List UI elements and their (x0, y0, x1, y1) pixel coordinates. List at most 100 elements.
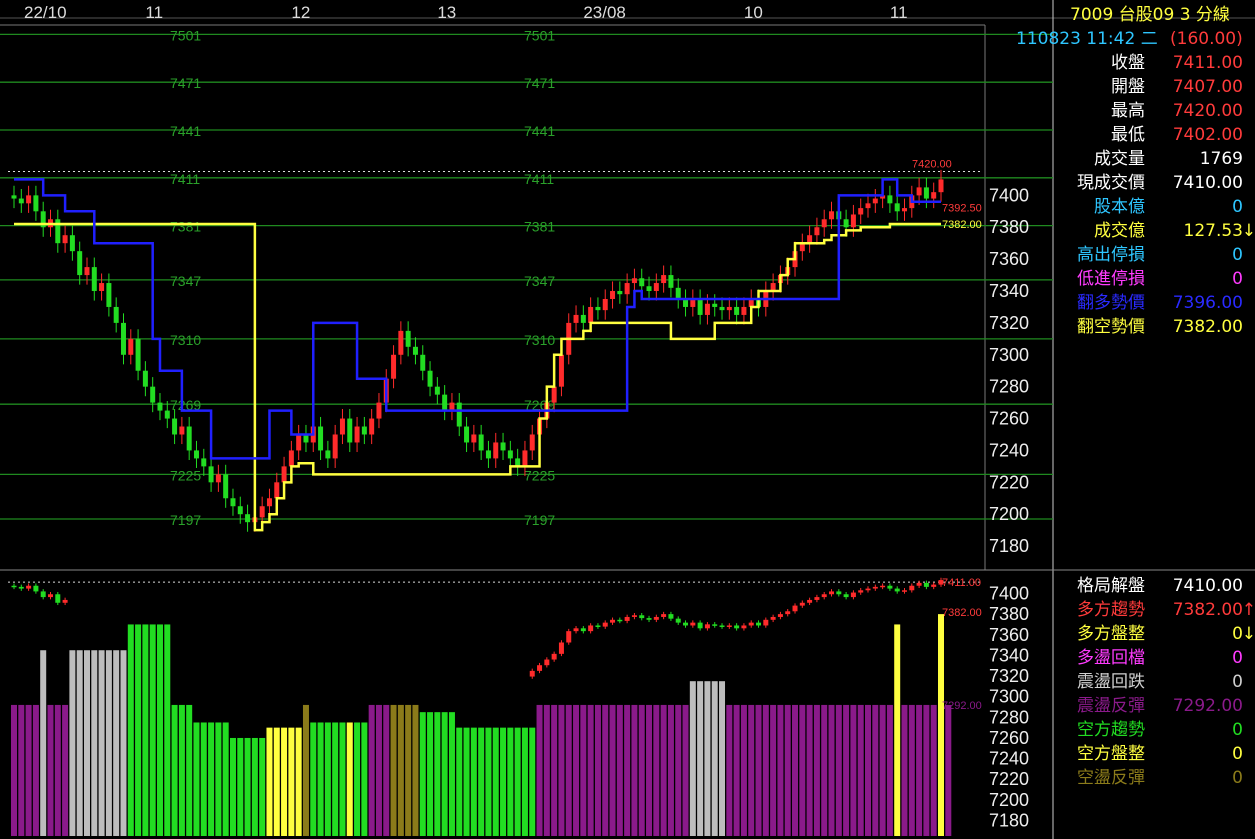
sub-y-tick-label: 7360 (989, 625, 1029, 645)
pattern-bar (434, 712, 441, 836)
pattern-bar (346, 722, 353, 836)
pattern-bar (660, 704, 667, 836)
candle-body (128, 338, 134, 355)
candle-body (215, 474, 221, 483)
candle-body (850, 214, 856, 228)
pattern-bar (200, 722, 207, 836)
pattern-bar (383, 704, 390, 836)
pattern-bar (879, 704, 886, 836)
candle-body (106, 283, 112, 307)
candle-body (661, 275, 667, 284)
row-value: 7396.00 (1172, 293, 1243, 313)
row-label: 最低 (1111, 125, 1145, 145)
pattern-bar (164, 624, 171, 836)
pattern-bar (368, 704, 375, 836)
candle-body (230, 498, 236, 507)
sub-candle-body (62, 599, 68, 603)
pattern-bar (616, 704, 623, 836)
candle-body (26, 195, 32, 204)
row-label: 股本億 (1094, 197, 1145, 217)
sub-candle-body (916, 582, 922, 586)
row-label: 空盪反彈 (1077, 768, 1145, 788)
panel-row: 現成交價 7410.00 (1056, 172, 1255, 194)
candle-body (814, 227, 820, 236)
sub-candle-body (55, 594, 61, 603)
pattern-bar (682, 704, 689, 836)
candle-body (91, 267, 97, 292)
row-label: 最高 (1111, 101, 1145, 121)
sub-candle-body (566, 631, 572, 643)
pattern-bar (456, 727, 463, 836)
candle-body (201, 458, 207, 467)
pattern-bar (288, 727, 295, 836)
pattern-bar (704, 681, 711, 836)
pattern-bar (405, 704, 412, 836)
pattern-bar (740, 704, 747, 836)
candle-body (62, 235, 68, 244)
level-label: 7411 (170, 171, 200, 187)
row-value: 7382.00 (1172, 317, 1243, 337)
pattern-bar (62, 704, 69, 836)
row-value: 7292.00 (1172, 696, 1243, 716)
sub-candle-body (653, 616, 659, 620)
sub-candle-body (595, 625, 601, 627)
candle-body (84, 267, 90, 276)
pattern-bar (390, 704, 397, 836)
candle-body (179, 426, 185, 435)
sub-candle-body (683, 622, 689, 626)
row-value: 0 (1232, 720, 1243, 740)
pattern-bar (448, 712, 455, 836)
panel-row: 空方盤整 0 (1056, 743, 1255, 765)
sub-candle-body (894, 588, 900, 592)
candle-body (325, 450, 331, 459)
pattern-bar (281, 727, 288, 836)
pattern-bar (529, 727, 536, 836)
candle-body (420, 354, 426, 371)
pattern-bar (821, 704, 828, 836)
level-label: 7471 (170, 75, 201, 91)
candle-body (69, 235, 75, 252)
x-tick-label: 13 (437, 3, 456, 22)
candle-body (135, 338, 141, 371)
sub-candle-body (47, 594, 53, 598)
panel-row: 多盪回檔 0 (1056, 647, 1255, 669)
row-value: 0 (1232, 744, 1243, 764)
sub-candle-body (748, 622, 754, 626)
sub-candle-body (799, 602, 805, 606)
candle-body (456, 402, 462, 427)
candle-body (339, 418, 345, 435)
candle-body (624, 283, 630, 295)
candle-body (332, 434, 338, 459)
pattern-bar (755, 704, 762, 836)
pattern-bar (792, 704, 799, 836)
level-label: 7501 (170, 27, 201, 43)
sub-candle-body (573, 628, 579, 632)
pattern-bar (689, 681, 696, 836)
pattern-panel: 格局解盤 7410.00 多方趨勢 7382.00 ↑ 多方盤整 0 ↓ 多盪回檔 0 震盪回跌 0 震… (1056, 575, 1255, 795)
pattern-bar (857, 704, 864, 836)
x-tick-label: 11 (145, 3, 163, 22)
pattern-bar (237, 737, 244, 836)
pattern-bar (83, 650, 90, 836)
sub-y-tick-label: 7200 (989, 790, 1029, 810)
sub-candle-body (785, 611, 791, 615)
panel-row: 成交量 1769 (1056, 148, 1255, 170)
pattern-bar (208, 722, 215, 836)
x-tick-label: 11 (890, 3, 908, 22)
candle-body (653, 283, 659, 292)
sub-candle-body (40, 591, 46, 598)
pattern-bar (54, 704, 61, 836)
candle-body (142, 370, 148, 387)
candle-body (77, 251, 83, 276)
pattern-bar (69, 650, 76, 836)
candle-body (99, 283, 105, 292)
candle-body (719, 306, 725, 311)
row-value: 0 (1232, 768, 1243, 788)
pattern-bar (32, 704, 39, 836)
quote-panel: 收盤 7411.00 開盤 7407.00 最高 7420.00 最低 7402.00 成交量 1… (1056, 52, 1255, 172)
sub-candle-body (734, 625, 740, 629)
sub-y-tick-label: 7400 (989, 583, 1029, 603)
pattern-bar (463, 727, 470, 836)
candle-body (916, 187, 922, 196)
pattern-bar (295, 727, 302, 836)
